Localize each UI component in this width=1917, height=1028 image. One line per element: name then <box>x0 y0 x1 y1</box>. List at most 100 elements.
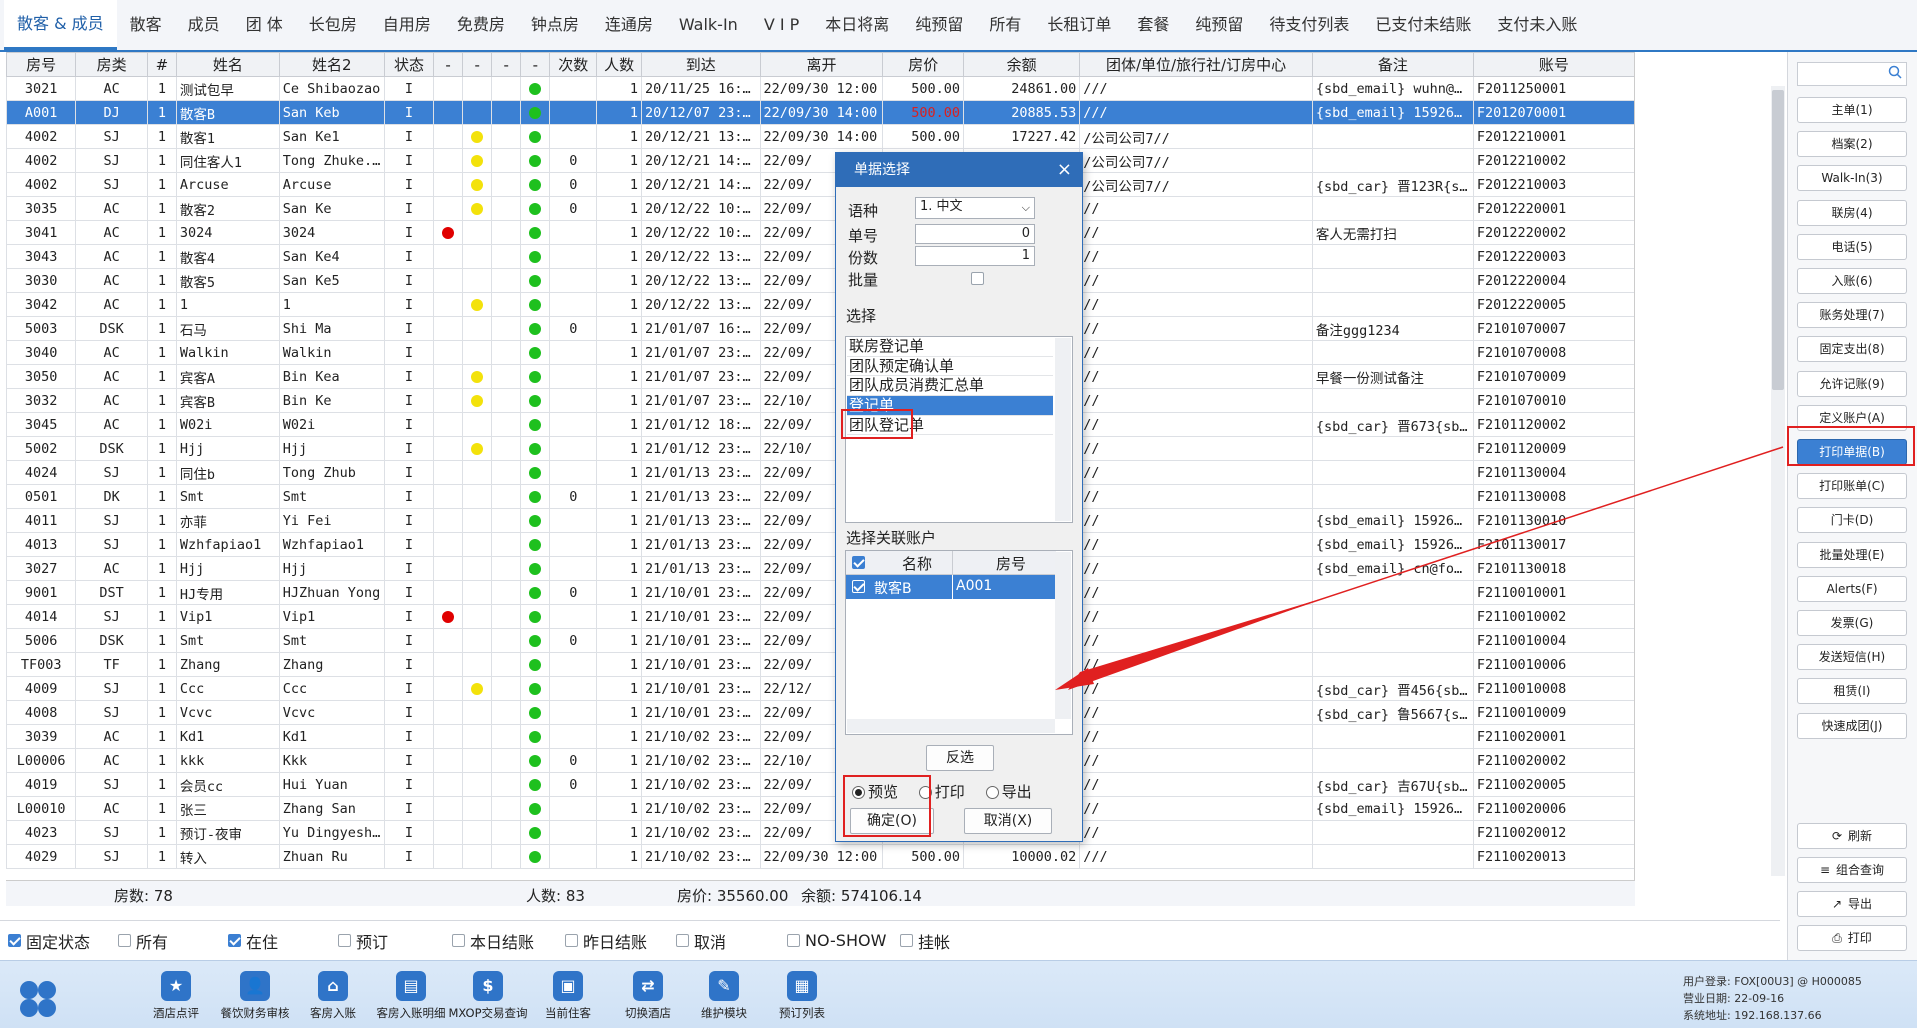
filter-7[interactable]: NO-SHOW <box>787 931 886 950</box>
copies-input[interactable]: 1 <box>915 246 1035 266</box>
table-row[interactable]: 3040 AC 1 Walkin Walkin I 1 21/01/07 23:59 22/09… <box>6 340 1634 365</box>
table-row[interactable]: 3030 AC 1 散客5 San Ke5 I 1 20/12/22 13:07 22/09//… <box>6 268 1634 293</box>
tab-10[interactable]: V I P <box>751 0 812 50</box>
table-row[interactable]: A001 DJ 1 散客B San Keb I 1 20/12/07 23:59 22/09/3… <box>6 100 1634 125</box>
column-header[interactable]: - <box>433 52 464 77</box>
table-row[interactable]: 3032 AC 1 宾客B Bin Ke I 1 21/01/07 23:59 22/10///… <box>6 388 1634 413</box>
side-button-17[interactable]: 租赁(I) <box>1797 678 1907 705</box>
table-row[interactable]: L00006 AC 1 kkk Kkk I 0 1 21/10/02 23:59 22/10///… <box>6 748 1634 773</box>
column-header[interactable]: - <box>520 52 551 77</box>
tab-5[interactable]: 自用房 <box>370 0 444 50</box>
batch-checkbox[interactable] <box>971 272 984 285</box>
filter-5[interactable]: 昨日结账 <box>565 929 647 953</box>
column-header[interactable]: 团体/单位/旅行社/订房中心 <box>1079 52 1313 77</box>
column-header[interactable]: 备注 <box>1311 52 1474 77</box>
column-header[interactable]: 到达 <box>640 52 761 77</box>
side-button-7[interactable]: 固定支出(8) <box>1797 336 1907 363</box>
tab-0[interactable]: 散客 & 成员 <box>4 0 117 50</box>
account-row-checkbox[interactable] <box>852 580 865 593</box>
side-button-18[interactable]: 快速成团(J) <box>1797 712 1907 739</box>
column-header[interactable]: # <box>146 52 177 77</box>
toolbar-button-0[interactable]: ★ 酒店点评 <box>131 971 221 1021</box>
toolbar-button-1[interactable]: 👤 餐饮财务审核 <box>210 971 300 1021</box>
filter-checkbox[interactable] <box>676 934 689 947</box>
column-header[interactable]: - <box>491 52 522 77</box>
tab-14[interactable]: 长租订单 <box>1034 0 1124 50</box>
tab-13[interactable]: 所有 <box>976 0 1034 50</box>
table-row[interactable]: 3021 AC 1 测试包早 Ce Shibaozao I 1 20/11/25 16:21 2… <box>6 76 1634 101</box>
table-row[interactable]: 4013 SJ 1 Wzhfapiao1 Wzhfapiao1 I 1 21/01/13 23… <box>6 532 1634 557</box>
tab-16[interactable]: 纯预留 <box>1182 0 1256 50</box>
column-header[interactable]: 账号 <box>1472 52 1634 77</box>
sidebar-search-input[interactable] <box>1797 62 1907 86</box>
filter-4[interactable]: 本日结账 <box>452 929 534 953</box>
table-row[interactable]: 3027 AC 1 Hjj Hjj I 1 21/01/13 23:59 22/09///{sb… <box>6 556 1634 581</box>
filter-checkbox[interactable] <box>900 934 913 947</box>
side-action-1[interactable]: ≡ 组合查询 <box>1797 857 1907 883</box>
toolbar-button-5[interactable]: ▣ 当前住客 <box>523 971 613 1021</box>
tab-2[interactable]: 成员 <box>175 0 233 50</box>
filter-checkbox[interactable] <box>452 934 465 947</box>
tab-8[interactable]: 连通房 <box>592 0 666 50</box>
side-button-14[interactable]: Alerts(F) <box>1797 575 1907 602</box>
column-header[interactable]: 房号 <box>6 52 77 77</box>
table-row[interactable]: L00010 AC 1 张三 Zhang San I 1 21/10/02 23:59 22/0… <box>6 796 1634 821</box>
side-button-2[interactable]: Walk-In(3) <box>1797 165 1907 192</box>
document-item[interactable]: 联房登记单 <box>847 337 1053 357</box>
column-header[interactable]: 姓名 <box>175 52 280 77</box>
table-row[interactable]: 4002 SJ 1 同住客人1 Tong Zhuke... I 0 1 20/12/21 14:… <box>6 148 1634 173</box>
table-row[interactable]: 4024 SJ 1 同住b Tong Zhub I 1 21/01/13 23:59 22/09… <box>6 460 1634 485</box>
document-item[interactable]: 团队预定确认单 <box>847 357 1053 377</box>
toolbar-button-7[interactable]: ✎ 维护模块 <box>679 971 769 1021</box>
column-header[interactable]: 姓名2 <box>278 52 385 77</box>
accounts-horizontal-scrollbar[interactable] <box>847 719 1055 733</box>
table-row[interactable]: 3041 AC 1 3024 3024 I 1 20/12/22 10:20 22/09///客… <box>6 220 1634 245</box>
language-select[interactable]: 1. 中文 ⌵ <box>915 197 1035 219</box>
column-header[interactable]: - <box>462 52 493 77</box>
side-button-4[interactable]: 电话(5) <box>1797 233 1907 260</box>
table-row[interactable]: 4014 SJ 1 Vip1 Vip1 I 1 21/10/01 23:59 22/09///F… <box>6 604 1634 629</box>
column-header[interactable]: 离开 <box>759 52 884 77</box>
filter-8[interactable]: 挂帐 <box>900 929 950 953</box>
column-header[interactable]: 房类 <box>75 52 148 77</box>
table-row[interactable]: 9001 DST 1 HJ专用 HJZhuan Yong I 0 1 21/10/01 23:5… <box>6 580 1634 605</box>
filter-2[interactable]: 在住 <box>228 929 278 953</box>
filter-checkbox[interactable] <box>565 934 578 947</box>
side-button-12[interactable]: 门卡(D) <box>1797 507 1907 534</box>
tab-4[interactable]: 长包房 <box>296 0 370 50</box>
toolbar-button-8[interactable]: ▦ 预订列表 <box>757 971 847 1021</box>
tab-17[interactable]: 待支付列表 <box>1256 0 1362 50</box>
table-row[interactable]: 4002 SJ 1 Arcuse Arcuse I 0 1 20/12/21 14:30 22/0… <box>6 172 1634 197</box>
table-row[interactable]: 4008 SJ 1 Vcvc Vcvc I 1 21/10/01 23:59 22/09///{… <box>6 700 1634 725</box>
side-button-0[interactable]: 主单(1) <box>1797 97 1907 123</box>
filter-3[interactable]: 预订 <box>338 929 388 953</box>
table-row[interactable]: 5003 DSK 1 石马 Shi Ma I 0 1 21/01/07 16:53 22/09//… <box>6 316 1634 341</box>
side-button-15[interactable]: 发票(G) <box>1797 610 1907 636</box>
table-row[interactable]: 4023 SJ 1 预订-夜审 Yu Dingyeshen I 1 21/10/02 23:5… <box>6 820 1634 845</box>
account-row[interactable]: 散客B A001 <box>846 575 1056 599</box>
table-row[interactable]: 4011 SJ 1 亦菲 Yi Fei I 1 21/01/13 23:59 22/09///{… <box>6 508 1634 533</box>
side-button-3[interactable]: 联房(4) <box>1797 199 1907 226</box>
table-row[interactable]: 4029 SJ 1 转入 Zhuan Ru I 1 21/10/02 23:59 22/09/3… <box>6 844 1634 869</box>
toolbar-button-2[interactable]: ⌂ 客房入账 <box>288 971 378 1021</box>
number-input[interactable]: 0 <box>915 224 1035 244</box>
column-header[interactable]: 次数 <box>549 52 598 77</box>
side-button-16[interactable]: 发送短信(H) <box>1797 644 1907 671</box>
side-button-6[interactable]: 账务处理(7) <box>1797 302 1907 329</box>
document-item[interactable]: 团队成员消费汇总单 <box>847 376 1053 397</box>
table-row[interactable]: 3035 AC 1 散客2 San Ke I 0 1 20/12/22 10:16 22/09//… <box>6 196 1634 221</box>
table-row[interactable]: 3042 AC 1 1 1 I 1 20/12/22 13:21 22/09///F201222… <box>6 292 1634 317</box>
filter-checkbox[interactable] <box>228 934 241 947</box>
export-radio[interactable]: 导出 <box>985 783 1032 801</box>
table-row[interactable]: 0501 DK 1 Smt Smt I 0 1 21/01/13 23:59 22/09///F2… <box>6 484 1634 509</box>
side-button-13[interactable]: 批量处理(E) <box>1797 541 1907 568</box>
toolbar-button-4[interactable]: $ MXOP交易查询 <box>443 971 533 1021</box>
filter-6[interactable]: 取消 <box>676 929 726 953</box>
scroll-thumb[interactable] <box>1772 90 1784 390</box>
column-header[interactable]: 人数 <box>596 52 642 77</box>
tab-9[interactable]: Walk-In <box>666 0 751 50</box>
side-action-0[interactable]: ⟳ 刷新 <box>1797 823 1907 849</box>
side-button-8[interactable]: 允许记账(9) <box>1797 370 1907 397</box>
tab-7[interactable]: 钟点房 <box>518 0 592 50</box>
table-row[interactable]: TF003 TF 1 Zhang Zhang I 1 21/10/01 23:59 22/09/… <box>6 652 1634 677</box>
